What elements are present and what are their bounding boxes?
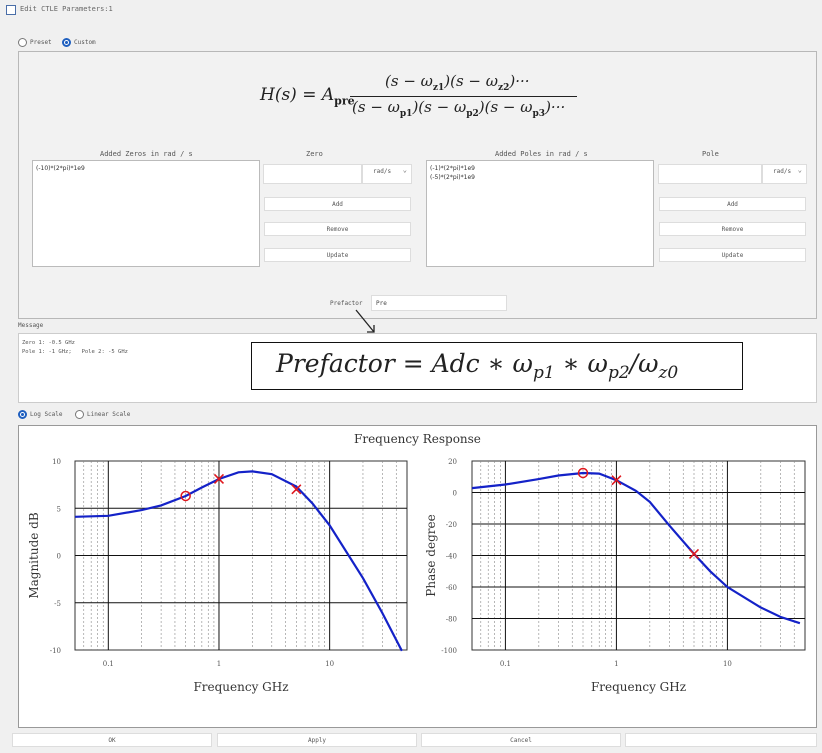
x-axis-label: Frequency GHz xyxy=(591,680,686,694)
apply-button[interactable]: Apply xyxy=(217,733,417,747)
message-line-2: Pole 1: -1 GHz; Pole 2: -5 GHz xyxy=(22,349,128,355)
bode-plots: 1050-5-100.1 1 10Frequency GHzMagnitude dB… xyxy=(27,458,806,694)
y-tick-label: -60 xyxy=(446,584,457,592)
annotation-formula: Prefactor = Adc ∗ ωp1 ∗ ωp2/ωz0 xyxy=(276,349,679,383)
y-axis-label: Phase degree xyxy=(424,514,438,596)
y-tick-label: 10 xyxy=(52,458,61,466)
prefactor-label: Prefactor xyxy=(330,300,363,307)
tf-denominator: (s − ωp1)(s − ωp2)(s − ωp3)··· xyxy=(352,98,566,119)
app-icon xyxy=(6,5,16,15)
zeros-list-label: Added Zeros in rad / s xyxy=(100,150,193,158)
poles-list[interactable]: (-1)*(2*pi)*1e9 (-5)*(2*pi)*1e9 xyxy=(426,160,654,267)
zero-unit-select[interactable]: rad/s ⌄ xyxy=(362,164,412,184)
prefactor-annotation: Prefactor = Adc ∗ ωp1 ∗ ωp2/ωz0 xyxy=(251,342,743,390)
message-label: Message xyxy=(18,322,44,329)
phase-chart: 20 0 -20 -40 -60 -80 -100 0.1 1 10 Frequency GHz Ph… xyxy=(424,458,806,694)
x-tick-label: 1 xyxy=(217,660,221,668)
blank-button xyxy=(625,733,817,747)
y-tick-label: -100 xyxy=(441,647,457,655)
pole-unit-select[interactable]: rad/s ⌄ xyxy=(762,164,807,184)
x-tick-label: 0.1 xyxy=(103,660,114,668)
y-tick-label: 0 xyxy=(57,553,61,561)
x-tick-label: 10 xyxy=(325,660,334,668)
plot-title: Frequency Response xyxy=(354,432,481,446)
x-tick-label: 0.1 xyxy=(500,660,511,668)
zero-input[interactable] xyxy=(263,164,362,184)
pole-input[interactable] xyxy=(658,164,762,184)
custom-label: Custom xyxy=(74,39,96,46)
preset-label: Preset xyxy=(30,39,52,46)
y-tick-label: -5 xyxy=(54,600,61,608)
zero-input-label: Zero xyxy=(306,150,323,158)
pole-update-button[interactable]: Update xyxy=(659,248,806,262)
tf-lhs: H(s) = Apre xyxy=(260,85,355,108)
y-tick-label: 5 xyxy=(57,505,61,513)
zero-item-1[interactable]: (-10)*(2*pi)*1e9 xyxy=(33,161,259,173)
pole-item-1[interactable]: (-1)*(2*pi)*1e9 xyxy=(427,161,653,173)
chevron-down-icon: ⌄ xyxy=(797,166,802,174)
zero-remove-button[interactable]: Remove xyxy=(264,222,411,236)
x-tick-label: 10 xyxy=(723,660,732,668)
cancel-button[interactable]: Cancel xyxy=(421,733,621,747)
pole-item-2[interactable]: (-5)*(2*pi)*1e9 xyxy=(427,173,653,182)
poles-list-label: Added Poles in rad / s xyxy=(495,150,588,158)
zero-add-button[interactable]: Add xyxy=(264,197,411,211)
custom-radio[interactable] xyxy=(62,38,71,47)
zeros-list[interactable]: (-10)*(2*pi)*1e9 xyxy=(32,160,260,267)
x-tick-label: 1 xyxy=(614,660,618,668)
y-tick-label: -40 xyxy=(446,553,457,561)
x-axis-label: Frequency GHz xyxy=(193,680,288,694)
ok-button[interactable]: OK xyxy=(12,733,212,747)
magnitude-chart: 10 5 0 -5 -10 0.1 1 10 Frequency GHz Magnitude dB xyxy=(27,458,408,694)
pole-remove-button[interactable]: Remove xyxy=(659,222,806,236)
y-tick-label: 20 xyxy=(448,458,457,466)
y-tick-label: -10 xyxy=(50,647,61,655)
y-tick-label: -20 xyxy=(446,521,457,529)
prefactor-input[interactable]: Pre xyxy=(371,295,507,311)
chevron-down-icon: ⌄ xyxy=(402,166,407,174)
y-tick-label: -80 xyxy=(446,616,457,624)
title-bar: Edit CTLE Parameters:1 xyxy=(0,0,822,22)
linear-scale-radio[interactable] xyxy=(75,410,84,419)
window-title: Edit CTLE Parameters:1 xyxy=(20,5,113,13)
message-line-1: Zero 1: -0.5 GHz xyxy=(22,340,75,346)
linear-scale-label: Linear Scale xyxy=(87,411,131,418)
tf-numerator: (s − ωz1)(s − ωz2)··· xyxy=(385,72,530,93)
preset-radio[interactable] xyxy=(18,38,27,47)
log-scale-radio[interactable] xyxy=(18,410,27,419)
y-axis-label: Magnitude dB xyxy=(27,512,41,599)
y-tick-label: 0 xyxy=(453,490,457,498)
zero-update-button[interactable]: Update xyxy=(264,248,411,262)
pole-input-label: Pole xyxy=(702,150,719,158)
pole-add-button[interactable]: Add xyxy=(659,197,806,211)
tf-fraction-bar xyxy=(350,96,577,97)
log-scale-label: Log Scale xyxy=(30,411,63,418)
